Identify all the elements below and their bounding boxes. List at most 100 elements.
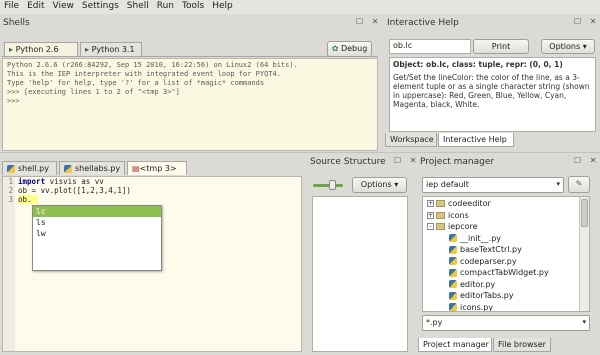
- editor-tabstrip: shell.py shellabs.py ▤<tmp 3>: [2, 159, 302, 175]
- folder-icon: [436, 211, 445, 219]
- slider-track: [313, 184, 343, 187]
- python-file-icon: [449, 291, 457, 300]
- project-settings-button[interactable]: ✎: [568, 176, 590, 193]
- tab-project-manager[interactable]: Project manager: [418, 338, 492, 352]
- python-file-icon: [449, 280, 457, 288]
- code-area[interactable]: import visvis as vv ob = vv.plot([1,2,3,…: [18, 177, 301, 204]
- autocomplete-item[interactable]: lw: [33, 228, 161, 239]
- debug-button[interactable]: ✿ Debug: [327, 41, 372, 57]
- project-bottom-tabs: Project manager File browser: [418, 338, 598, 353]
- help-search-input[interactable]: ob.lc: [389, 39, 471, 54]
- project-manager-title: Project manager: [420, 157, 495, 167]
- help-bottom-tabs: Workspace Interactive Help: [385, 133, 597, 147]
- line-number: 1: [8, 177, 13, 186]
- chevron-down-icon: ▾: [556, 180, 560, 188]
- python-file-icon: [449, 234, 457, 242]
- code-line-current: ob.: [18, 195, 38, 204]
- shells-panel-buttons[interactable]: ☐ ✕: [356, 17, 381, 26]
- project-select[interactable]: iep default ▾: [422, 177, 564, 193]
- horizontal-splitter[interactable]: [0, 152, 600, 153]
- tree-file[interactable]: __init__.py: [449, 234, 501, 245]
- chevron-down-icon: ▾: [582, 42, 587, 51]
- tree-file[interactable]: editor.py: [449, 280, 495, 291]
- source-structure-title: Source Structure: [310, 157, 386, 167]
- help-object-line: Object: ob.lc, class: tuple, repr: (0, 0…: [393, 60, 563, 69]
- expand-icon[interactable]: +: [427, 211, 434, 219]
- line-number-gutter: 1 2 3: [3, 177, 15, 351]
- autocomplete-item[interactable]: ls: [33, 217, 161, 228]
- shell-line: This is the IEP interpreter with integra…: [7, 70, 281, 78]
- tab-file-browser[interactable]: File browser: [493, 338, 551, 352]
- python-file-icon: [449, 257, 457, 265]
- tree-file[interactable]: compactTabWidget.py: [449, 268, 549, 279]
- tree-item-label: codeparser.py: [460, 256, 517, 266]
- tree-item-label: __init__.py: [460, 233, 502, 243]
- menu-help[interactable]: Help: [208, 0, 237, 11]
- structure-options-button[interactable]: Options ▾: [352, 177, 407, 193]
- tree-file[interactable]: icons.py: [449, 303, 493, 311]
- code-line: import visvis as vv: [18, 177, 104, 186]
- tab-shell-py[interactable]: shell.py: [2, 161, 57, 175]
- autocomplete-item-selected[interactable]: lc: [33, 206, 161, 217]
- menu-bar: File Edit View Settings Shell Run Tools Help: [0, 0, 600, 14]
- menu-view[interactable]: View: [49, 0, 78, 11]
- python-file-icon: [7, 164, 15, 173]
- code-line: ob = vv.plot([1,2,3,4,1]): [18, 186, 131, 195]
- menu-edit[interactable]: Edit: [23, 0, 48, 11]
- shell-line: Type 'help' for help, type '?' for a lis…: [7, 79, 265, 87]
- file-filter-select[interactable]: *.py ▾: [422, 315, 590, 331]
- project-file-tree[interactable]: + codeeditor + icons - iepcore __init__.pybase…: [422, 196, 590, 312]
- tree-file[interactable]: editorTabs.py: [449, 291, 514, 302]
- tree-item-label: compactTabWidget.py: [460, 268, 549, 277]
- tab-interactive-help[interactable]: Interactive Help: [438, 133, 514, 147]
- file-icon: ▤: [132, 164, 140, 173]
- python-file-icon: [449, 268, 457, 277]
- tab-python-26[interactable]: ▸ Python 2.6: [4, 42, 78, 56]
- menu-file[interactable]: File: [0, 0, 23, 11]
- menu-tools[interactable]: Tools: [178, 0, 208, 11]
- shell-output[interactable]: Python 2.6.6 (r266:84292, Sep 15 2010, 1…: [2, 58, 378, 151]
- depth-slider[interactable]: [313, 180, 343, 190]
- tree-item-label: iepcore: [448, 222, 478, 231]
- tree-item-label: icons: [448, 210, 469, 220]
- source-structure-tree[interactable]: [312, 196, 408, 352]
- tree-folder[interactable]: + icons: [427, 211, 469, 222]
- menu-settings[interactable]: Settings: [78, 0, 123, 11]
- python-file-icon: [449, 245, 457, 254]
- code-editor[interactable]: 1 2 3 import visvis as vv ob = vv.plot([…: [2, 176, 302, 352]
- print-button[interactable]: Print: [473, 39, 529, 54]
- menu-run[interactable]: Run: [153, 0, 178, 11]
- line-number: 2: [8, 186, 13, 195]
- slider-handle[interactable]: [329, 180, 336, 190]
- project-panel-buttons[interactable]: ☐ ✕: [574, 156, 599, 165]
- menu-shell[interactable]: Shell: [123, 0, 153, 11]
- tree-folder[interactable]: - iepcore: [427, 222, 478, 233]
- help-options-button[interactable]: Options ▾: [541, 39, 595, 54]
- tree-file[interactable]: baseTextCtrl.py: [449, 245, 522, 256]
- help-title: Interactive Help: [387, 18, 459, 28]
- tree-item-label: baseTextCtrl.py: [460, 245, 522, 254]
- python-file-icon: [449, 303, 457, 311]
- bug-icon: ✿: [331, 44, 339, 53]
- shell-line: Python 2.6.6 (r266:84292, Sep 15 2010, 1…: [7, 61, 298, 69]
- tree-file[interactable]: codeparser.py: [449, 257, 517, 268]
- expand-icon[interactable]: +: [427, 200, 434, 207]
- collapse-icon[interactable]: -: [427, 223, 434, 230]
- source-structure-panel-buttons[interactable]: ☐ ✕: [394, 156, 419, 165]
- tree-scrollbar[interactable]: [579, 197, 589, 311]
- tab-tmp-3[interactable]: ▤<tmp 3>: [127, 161, 187, 175]
- shells-title: Shells: [3, 18, 30, 28]
- help-panel-buttons[interactable]: ☐ ✕: [574, 17, 599, 26]
- shell-prompt: >>>: [7, 97, 20, 105]
- tab-workspace[interactable]: Workspace: [385, 133, 437, 147]
- tab-python-31[interactable]: ▸ Python 3.1: [80, 42, 142, 56]
- help-body: Get/Set the lineColor: the color of the …: [393, 73, 590, 109]
- tree-folder[interactable]: + codeeditor: [427, 199, 491, 210]
- help-content: Object: ob.lc, class: tuple, repr: (0, 0…: [389, 57, 596, 132]
- tree-item-label: codeeditor: [448, 199, 491, 208]
- scrollbar-thumb[interactable]: [581, 199, 588, 227]
- tab-shellabs-py[interactable]: shellabs.py: [59, 161, 125, 175]
- chevron-down-icon: ▾: [582, 318, 586, 326]
- shell-line: >>> [executing lines 1 to 2 of "<tmp 3>"…: [7, 88, 180, 96]
- line-number: 3: [8, 195, 13, 204]
